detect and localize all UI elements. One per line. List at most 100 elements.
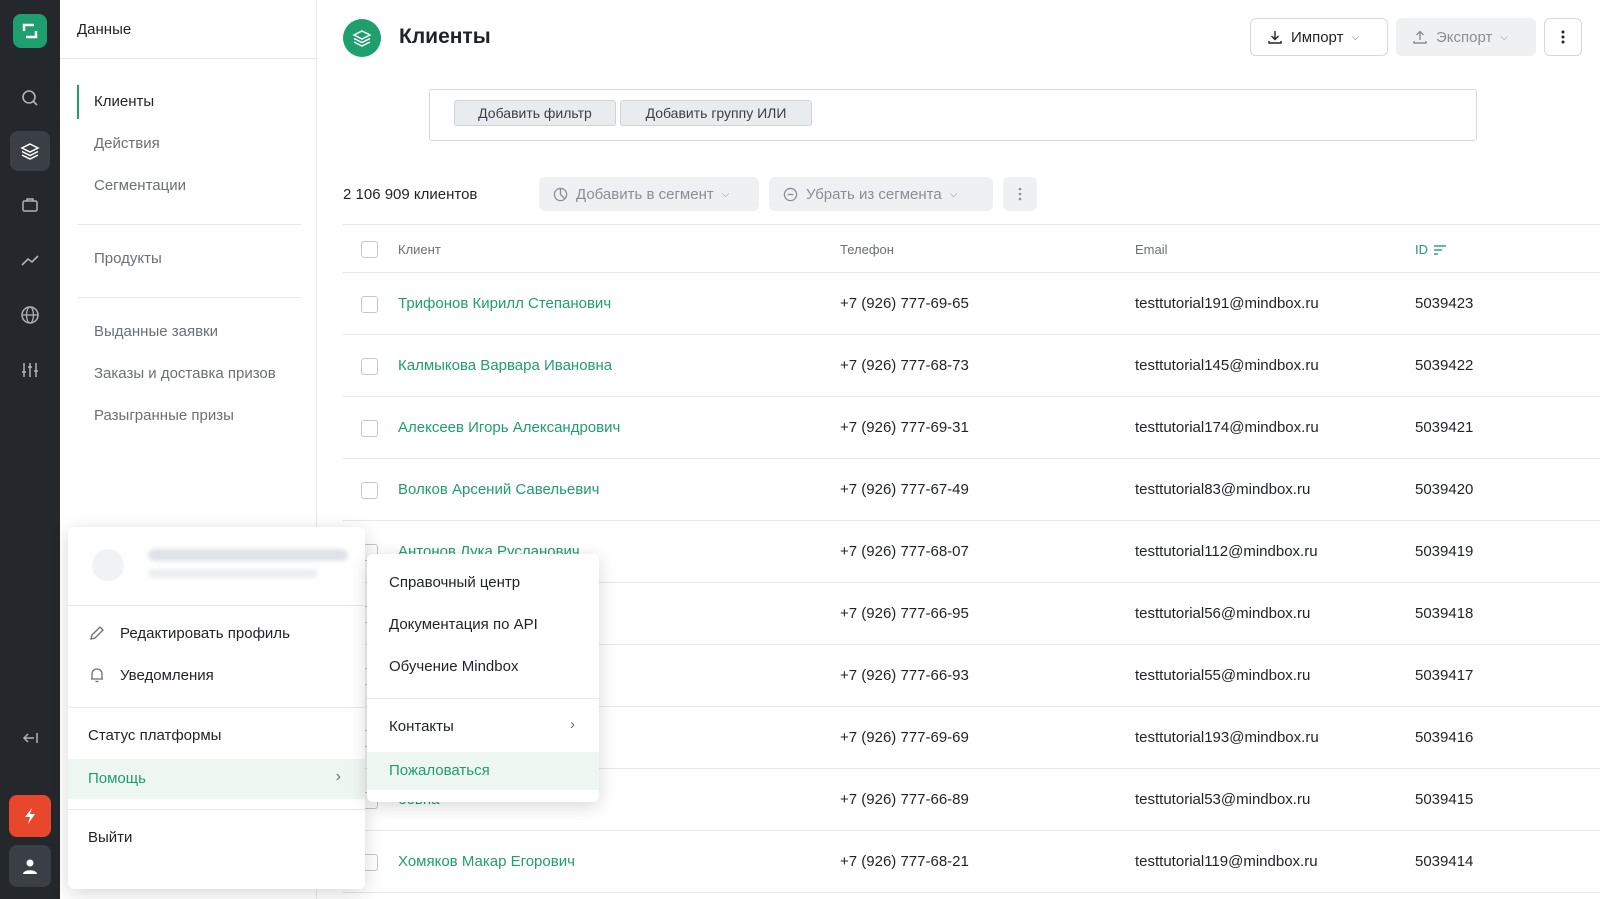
help-center-item[interactable]: Справочный центр bbox=[389, 574, 520, 591]
client-phone: +7 (926) 777-67-49 bbox=[840, 481, 969, 498]
clients-count: 2 106 909 клиентов bbox=[343, 186, 478, 203]
client-id: 5039417 bbox=[1415, 667, 1474, 684]
download-icon bbox=[1268, 31, 1282, 44]
logo-icon[interactable] bbox=[13, 14, 47, 48]
user-icon[interactable] bbox=[9, 845, 51, 887]
add-filter-button[interactable]: Добавить фильтр bbox=[454, 100, 616, 126]
client-id: 5039415 bbox=[1415, 791, 1474, 808]
select-all-checkbox[interactable] bbox=[361, 241, 378, 258]
table-row[interactable]: Трифонов Кирилл Степанович +7 (926) 777-6… bbox=[343, 273, 1600, 335]
bolt-icon[interactable] bbox=[9, 795, 51, 837]
pencil-icon bbox=[90, 626, 104, 640]
add-to-segment-button[interactable]: Добавить в сегмент ⌵ bbox=[539, 177, 759, 211]
chart-icon[interactable] bbox=[10, 240, 50, 280]
subnav-item-issued-requests[interactable]: Выданные заявки bbox=[77, 315, 301, 349]
remove-from-segment-button[interactable]: Убрать из сегмента ⌵ bbox=[769, 177, 993, 211]
subnav-divider bbox=[77, 224, 301, 225]
client-id: 5039421 bbox=[1415, 419, 1474, 436]
chevron-right-icon: › bbox=[570, 716, 575, 733]
client-email: testtutorial174@mindbox.ru bbox=[1135, 419, 1319, 436]
blurred-user-email bbox=[148, 569, 318, 578]
export-button[interactable]: Экспорт ⌵ bbox=[1396, 18, 1536, 56]
chevron-down-icon: ⌵ bbox=[949, 188, 958, 200]
sliders-icon[interactable] bbox=[10, 350, 50, 390]
client-name-link[interactable]: Хомяков Макар Егорович bbox=[398, 853, 575, 870]
training-item[interactable]: Обучение Mindbox bbox=[389, 658, 518, 675]
profile-menu: Редактировать профиль Уведомления Статус… bbox=[68, 527, 365, 889]
subnav-item-orders-delivery[interactable]: Заказы и доставка призов bbox=[77, 357, 301, 391]
client-phone: +7 (926) 777-68-73 bbox=[840, 357, 969, 374]
client-email: testtutorial55@mindbox.ru bbox=[1135, 667, 1311, 684]
client-email: testtutorial145@mindbox.ru bbox=[1135, 357, 1319, 374]
search-icon[interactable] bbox=[10, 78, 50, 118]
add-or-group-button[interactable]: Добавить группу ИЛИ bbox=[620, 100, 812, 126]
client-phone: +7 (926) 777-69-31 bbox=[840, 419, 969, 436]
menu-divider bbox=[68, 707, 365, 708]
chevron-down-icon: ⌵ bbox=[1351, 31, 1360, 43]
platform-status-item[interactable]: Статус платформы bbox=[88, 727, 221, 744]
minus-circle-icon bbox=[783, 187, 798, 201]
api-docs-item[interactable]: Документация по API bbox=[389, 616, 538, 633]
table-row[interactable]: Волков Арсений Савельевич +7 (926) 777-67… bbox=[343, 459, 1600, 521]
segment-more-button[interactable] bbox=[1003, 177, 1037, 211]
notifications-item[interactable]: Уведомления bbox=[88, 666, 214, 684]
import-button[interactable]: Импорт ⌵ bbox=[1250, 18, 1388, 56]
more-vertical-icon bbox=[1018, 187, 1022, 201]
client-id: 5039419 bbox=[1415, 543, 1474, 560]
client-name-link[interactable]: Волков Арсений Савельевич bbox=[398, 481, 599, 498]
import-label: Импорт bbox=[1291, 28, 1344, 46]
layers-icon[interactable] bbox=[10, 131, 50, 171]
layers-icon bbox=[343, 19, 381, 57]
subnav-divider bbox=[77, 297, 301, 298]
client-id: 5039420 bbox=[1415, 481, 1474, 498]
contacts-item[interactable]: Контакты bbox=[389, 718, 454, 735]
avatar bbox=[92, 549, 124, 581]
filter-panel: Добавить фильтр Добавить группу ИЛИ bbox=[429, 89, 1477, 141]
client-phone: +7 (926) 777-66-93 bbox=[840, 667, 969, 684]
column-client[interactable]: Клиент bbox=[398, 242, 441, 257]
subnav-item-products[interactable]: Продукты bbox=[77, 242, 301, 276]
help-label: Помощь bbox=[88, 770, 146, 787]
row-checkbox[interactable] bbox=[361, 296, 378, 313]
row-checkbox[interactable] bbox=[361, 482, 378, 499]
edit-profile-item[interactable]: Редактировать профиль bbox=[88, 624, 290, 642]
globe-icon[interactable] bbox=[10, 295, 50, 335]
menu-divider bbox=[367, 698, 599, 699]
help-item[interactable]: Помощь › bbox=[68, 759, 365, 799]
logout-item[interactable]: Выйти bbox=[88, 829, 132, 846]
table-row[interactable]: Алексеев Игорь Александрович +7 (926) 777… bbox=[343, 397, 1600, 459]
client-phone: +7 (926) 777-66-89 bbox=[840, 791, 969, 808]
row-checkbox[interactable] bbox=[361, 358, 378, 375]
subnav-item-clients[interactable]: Клиенты bbox=[77, 85, 301, 119]
icon-rail bbox=[0, 0, 60, 899]
client-email: testtutorial112@mindbox.ru bbox=[1135, 543, 1318, 560]
add-to-segment-label: Добавить в сегмент bbox=[576, 185, 714, 203]
subnav-item-drawn-prizes[interactable]: Разыгранные призы bbox=[77, 399, 301, 433]
client-name-link[interactable]: Трифонов Кирилл Степанович bbox=[398, 295, 611, 312]
table-row[interactable]: Хомяков Макар Егорович +7 (926) 777-68-21… bbox=[343, 831, 1600, 893]
client-name-link[interactable]: Калмыкова Варвара Ивановна bbox=[398, 357, 612, 374]
collapse-icon[interactable] bbox=[10, 718, 50, 758]
export-label: Экспорт bbox=[1436, 28, 1493, 46]
page-title: Клиенты bbox=[399, 25, 491, 48]
table-row[interactable]: Калмыкова Варвара Ивановна +7 (926) 777-6… bbox=[343, 335, 1600, 397]
column-id-label: ID bbox=[1415, 242, 1428, 257]
remove-from-segment-label: Убрать из сегмента bbox=[806, 185, 942, 203]
column-phone[interactable]: Телефон bbox=[840, 242, 894, 257]
client-phone: +7 (926) 777-66-95 bbox=[840, 605, 969, 622]
client-id: 5039418 bbox=[1415, 605, 1474, 622]
client-name-link[interactable]: Алексеев Игорь Александрович bbox=[398, 419, 620, 436]
column-email[interactable]: Email bbox=[1135, 242, 1168, 257]
client-id: 5039416 bbox=[1415, 729, 1474, 746]
complain-item[interactable]: Пожаловаться bbox=[367, 752, 599, 790]
table-header: Клиент Телефон Email ID bbox=[343, 224, 1600, 273]
more-options-button[interactable] bbox=[1544, 18, 1582, 56]
client-email: testtutorial119@mindbox.ru bbox=[1135, 853, 1318, 870]
column-id[interactable]: ID bbox=[1415, 242, 1446, 257]
subnav-item-segmentations[interactable]: Сегментации bbox=[77, 169, 301, 203]
subnav-item-actions[interactable]: Действия bbox=[77, 127, 301, 161]
row-checkbox[interactable] bbox=[361, 420, 378, 437]
sort-icon[interactable] bbox=[1434, 244, 1446, 255]
briefcase-icon[interactable] bbox=[10, 185, 50, 225]
client-phone: +7 (926) 777-69-65 bbox=[840, 295, 969, 312]
